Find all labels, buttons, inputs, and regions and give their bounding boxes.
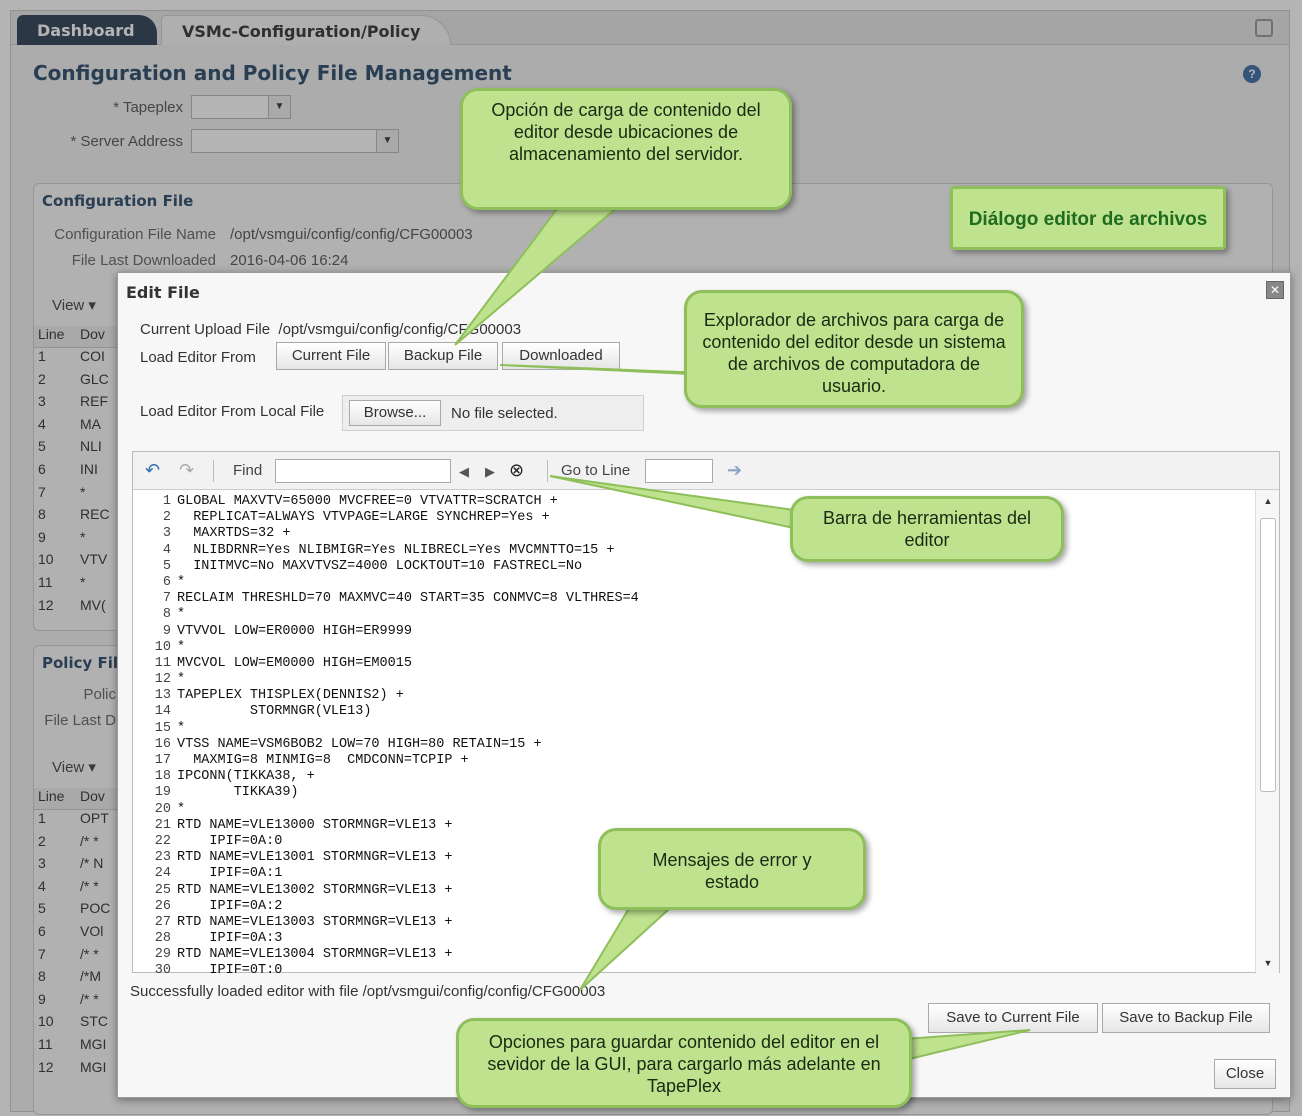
pointer-server-load <box>454 204 623 346</box>
pointer-toolbar <box>549 475 795 530</box>
callout-messages: Mensajes de error y estado <box>598 828 866 910</box>
callout-save-options: Opciones para guardar contenido del edit… <box>456 1018 912 1108</box>
callout-server-load: Opción de carga de contenido del editor … <box>460 88 792 210</box>
callout-file-browser: Explorador de archivos para carga de con… <box>684 290 1024 408</box>
callout-toolbar: Barra de herramientas del editor <box>790 496 1064 562</box>
callout-dialog-title: Diálogo editor de archivos <box>950 186 1226 250</box>
